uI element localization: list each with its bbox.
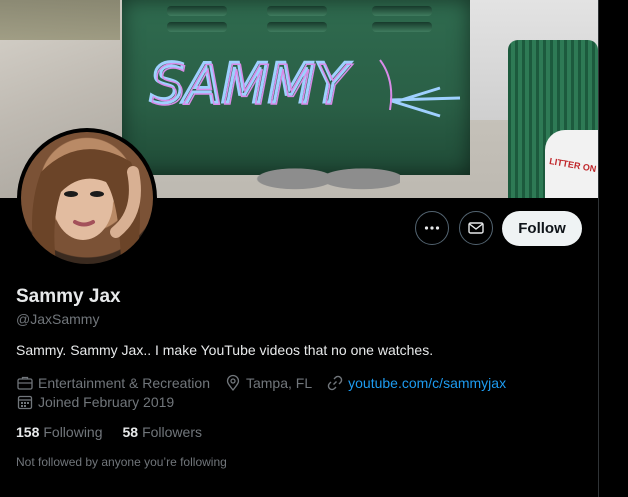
calendar-icon — [17, 395, 33, 410]
mail-icon — [468, 222, 484, 234]
location-text: Tampa, FL — [245, 375, 313, 391]
joined-item: Joined February 2019 — [16, 393, 174, 411]
avatar-image — [21, 132, 153, 264]
follow-counts: 158 Following 58 Followers — [16, 424, 222, 440]
profile-name: Sammy Jax — [16, 286, 121, 307]
follow-button[interactable]: Follow — [502, 211, 582, 246]
right-column-edge — [598, 0, 628, 497]
banner-grass — [0, 0, 120, 40]
following-link[interactable]: 158 Following — [16, 424, 103, 440]
category-text: Entertainment & Recreation — [38, 375, 210, 391]
graffiti-tag: SAMMY SAMMY — [149, 51, 461, 118]
avatar[interactable] — [17, 128, 157, 268]
briefcase-icon — [17, 376, 33, 390]
following-label: Following — [43, 424, 103, 440]
link-icon — [327, 375, 343, 391]
followers-label: Followers — [142, 424, 202, 440]
followers-link[interactable]: 58 Followers — [123, 424, 202, 440]
followers-count: 58 — [122, 424, 139, 440]
followed-by-note: Not followed by anyone you’re following — [16, 455, 227, 469]
location-item: Tampa, FL — [224, 374, 312, 392]
location-pin-icon — [226, 374, 240, 392]
svg-text:SAMMY: SAMMY — [152, 54, 353, 117]
profile-handle: @JaxSammy — [16, 311, 100, 327]
website-link[interactable]: youtube.com/c/sammyjax — [348, 375, 506, 391]
website-item[interactable]: youtube.com/c/sammyjax — [326, 374, 506, 392]
profile-meta-row: Entertainment & Recreation Tampa, FL you… — [16, 374, 520, 392]
following-count: 158 — [16, 424, 40, 440]
joined-text: Joined February 2019 — [38, 394, 175, 410]
message-button[interactable] — [459, 211, 493, 245]
profile-column: SAMMY SAMMY LITTER ON Follow Sammy Jax @… — [0, 0, 598, 497]
more-button[interactable] — [415, 211, 449, 245]
more-icon — [424, 226, 440, 230]
category-item: Entertainment & Recreation — [16, 374, 210, 392]
profile-bio: Sammy. Sammy Jax.. I make YouTube videos… — [16, 342, 434, 358]
banner-shoes — [250, 150, 400, 198]
profile-joined-row: Joined February 2019 — [16, 393, 188, 411]
